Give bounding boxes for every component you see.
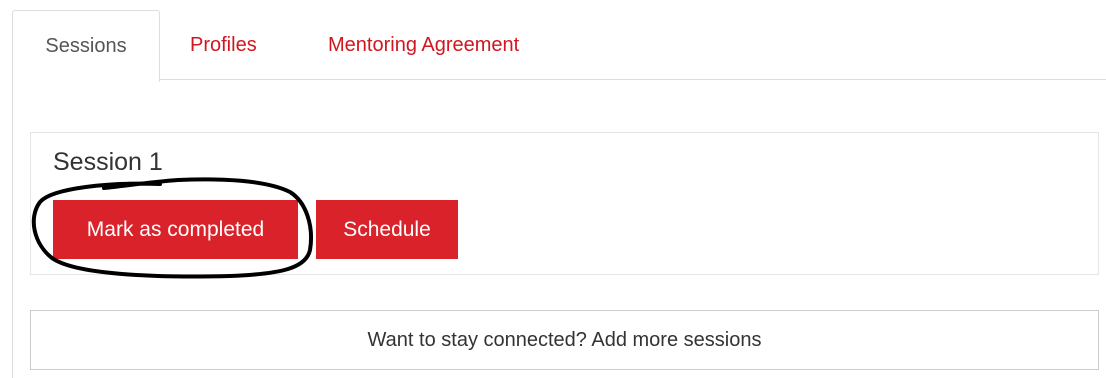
- mark-as-completed-button[interactable]: Mark as completed: [53, 200, 298, 259]
- add-more-sessions-button[interactable]: Want to stay connected? Add more session…: [30, 310, 1099, 370]
- tab-bar: Sessions Profiles Mentoring Agreement: [12, 10, 1106, 82]
- tab-sessions[interactable]: Sessions: [12, 10, 160, 82]
- session-card: Session 1 Mark as completed Schedule: [30, 132, 1099, 275]
- tab-mentoring-agreement[interactable]: Mentoring Agreement: [328, 10, 519, 80]
- schedule-button[interactable]: Schedule: [316, 200, 458, 259]
- tab-profiles[interactable]: Profiles: [190, 10, 257, 80]
- page: Sessions Profiles Mentoring Agreement Se…: [0, 0, 1106, 378]
- session-title: Session 1: [53, 148, 163, 176]
